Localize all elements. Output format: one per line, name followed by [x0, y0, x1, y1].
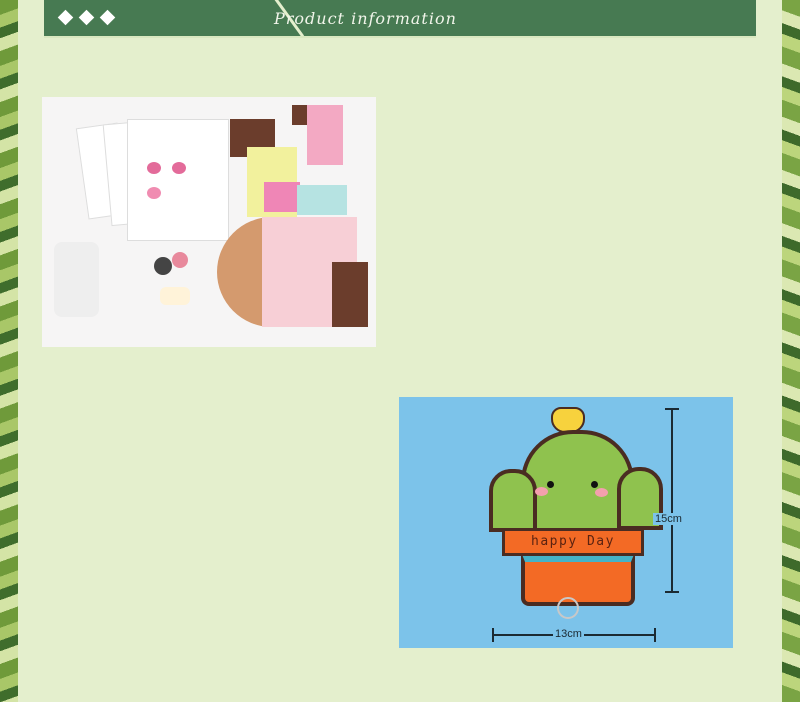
pot-label: happy Day: [502, 528, 644, 556]
section-header: Product information: [44, 0, 756, 38]
diamond-icon: [57, 9, 74, 26]
height-label: 15cm: [653, 513, 684, 525]
kit-contents-photo: [42, 97, 376, 347]
section-title: Product information: [274, 9, 457, 28]
leaf-border-right: [782, 0, 800, 702]
leaf-border-left: [0, 0, 18, 702]
width-label: 13cm: [553, 628, 584, 640]
diamond-icon: [78, 9, 95, 26]
height-dimension-line: [671, 408, 673, 593]
cactus-product-photo: happy Day 15cm 13cm: [399, 397, 733, 648]
diamond-icon: [99, 9, 116, 26]
